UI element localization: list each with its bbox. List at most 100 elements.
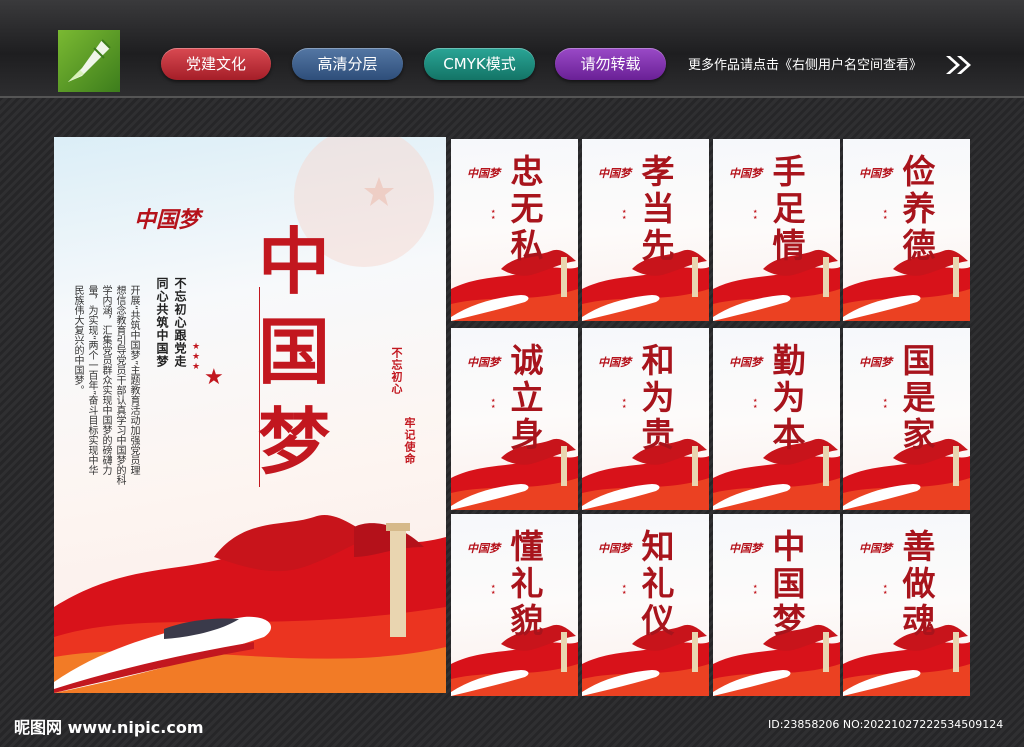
main-poster: 中国梦 中 国 梦 不忘初心跟党走 同心共筑中国梦 开展“共筑中国梦”主题教育活… [54, 137, 446, 693]
title-char: 先 [641, 226, 675, 265]
title-char: 情 [772, 226, 806, 265]
small-poster-title: 俭养德 [899, 153, 939, 264]
small-poster-card: 中国梦 ★ ★ 俭养德 [843, 139, 970, 321]
small-stars-icon: ★ ★ [753, 398, 758, 410]
title-char: 诚 [510, 341, 544, 380]
small-china-dream-logo: 中国梦 [598, 356, 631, 369]
title-char: 无 [510, 189, 544, 228]
header-bar: 党建文化 高清分层 CMYK模式 请勿转载 更多作品请点击《右侧用户名空间查看》 [0, 0, 1024, 98]
title-char: 为 [641, 378, 675, 417]
title-char: 当 [641, 189, 675, 228]
title-char: 家 [902, 415, 936, 454]
small-stars-icon: ★ ★ [622, 398, 627, 410]
small-stars-icon: ★ ★ [883, 398, 888, 410]
small-china-dream-logo: 中国梦 [467, 356, 500, 369]
site-logo[interactable] [58, 30, 120, 92]
tag-hd-layers[interactable]: 高清分层 [292, 48, 403, 80]
small-stars-icon: ★ ★ [883, 209, 888, 221]
small-china-dream-logo: 中国梦 [859, 167, 892, 180]
small-china-dream-logo: 中国梦 [467, 167, 500, 180]
title-char: 梦 [257, 399, 330, 484]
tag-no-repost[interactable]: 请勿转载 [555, 48, 666, 80]
title-char: 是 [902, 378, 936, 417]
small-china-dream-logo: 中国梦 [598, 542, 631, 555]
title-divider-line [259, 287, 260, 487]
title-char: 梦 [772, 601, 806, 640]
title-char: 仪 [641, 601, 675, 640]
title-char: 勤 [772, 341, 806, 380]
small-poster-title: 善做魂 [899, 528, 939, 639]
small-poster-title: 勤为本 [769, 342, 809, 453]
small-china-dream-logo: 中国梦 [729, 167, 762, 180]
title-char: 貌 [510, 601, 544, 640]
title-char: 国 [772, 564, 806, 603]
header-divider [0, 96, 1024, 98]
title-char: 为 [772, 378, 806, 417]
title-char: 知 [641, 527, 675, 566]
small-poster-card: 中国梦 ★ ★ 知礼仪 [582, 514, 709, 696]
small-stars-icon: ★ ★ [883, 584, 888, 596]
title-char: 和 [641, 341, 675, 380]
big-star-icon: ★ [204, 365, 224, 390]
title-char: 中 [772, 527, 806, 566]
title-char: 身 [510, 415, 544, 454]
small-china-dream-logo: 中国梦 [859, 356, 892, 369]
small-poster-card: 中国梦 ★ ★ 手足情 [713, 139, 840, 321]
more-works-link[interactable]: 更多作品请点击《右侧用户名空间查看》 [688, 54, 922, 73]
small-poster-card: 中国梦 ★ ★ 诚立身 [451, 328, 578, 510]
main-poster-body-text: 开展“共筑中国梦”主题教育活动加强党员理想信念教育引导党员干部认真学习中国梦的科… [72, 285, 139, 485]
title-char: 德 [902, 226, 936, 265]
title-char: 做 [902, 564, 936, 603]
small-poster-title: 孝当先 [638, 153, 678, 264]
small-poster-title: 知礼仪 [638, 528, 678, 639]
small-stars-icon: ★ ★ ★ [192, 342, 201, 372]
small-stars-icon: ★ ★ [753, 584, 758, 596]
title-char: 懂 [510, 527, 544, 566]
small-poster-title: 中国梦 [769, 528, 809, 639]
double-arrow-right-icon[interactable] [946, 56, 972, 74]
small-poster-title: 诚立身 [507, 342, 547, 453]
small-poster-card: 中国梦 ★ ★ 孝当先 [582, 139, 709, 321]
slogan-remember-mission: 牢记使命 [403, 417, 416, 465]
title-char: 养 [902, 189, 936, 228]
title-char: 立 [510, 378, 544, 417]
small-china-dream-logo: 中国梦 [598, 167, 631, 180]
title-char: 私 [510, 226, 544, 265]
title-char: 足 [772, 189, 806, 228]
small-poster-title: 和为贵 [638, 342, 678, 453]
small-china-dream-logo: 中国梦 [729, 356, 762, 369]
small-stars-icon: ★ ★ [622, 209, 627, 221]
footer-id: ID:23858206 NO:20221027222534509124 [768, 718, 1004, 731]
small-stars-icon: ★ ★ [753, 209, 758, 221]
title-char: 魂 [902, 601, 936, 640]
small-poster-card: 中国梦 ★ ★ 善做魂 [843, 514, 970, 696]
tag-cmyk-mode[interactable]: CMYK模式 [424, 48, 535, 80]
pen-logo-icon [68, 39, 111, 82]
small-poster-card: 中国梦 ★ ★ 中国梦 [713, 514, 840, 696]
main-poster-subtitle-1: 不忘初心跟党走 [173, 277, 187, 368]
title-char: 中 [257, 219, 330, 304]
small-stars-icon: ★ ★ [622, 584, 627, 596]
china-dream-logo: 中国梦 [134, 207, 201, 233]
small-china-dream-logo: 中国梦 [467, 542, 500, 555]
title-char: 孝 [641, 152, 675, 191]
main-poster-title: 中 国 梦 [249, 217, 339, 487]
title-char: 善 [902, 527, 936, 566]
tag-party-culture[interactable]: 党建文化 [161, 48, 271, 80]
title-char: 礼 [641, 564, 675, 603]
small-poster-card: 中国梦 ★ ★ 勤为本 [713, 328, 840, 510]
small-china-dream-logo: 中国梦 [729, 542, 762, 555]
title-char: 国 [902, 341, 936, 380]
small-poster-title: 懂礼貌 [507, 528, 547, 639]
title-char: 贵 [641, 415, 675, 454]
small-poster-title: 国是家 [899, 342, 939, 453]
main-poster-subtitle-2: 同心共筑中国梦 [155, 277, 169, 368]
slogan-remember-heart: 不忘初心 [390, 347, 403, 395]
title-char: 手 [772, 152, 806, 191]
small-stars-icon: ★ ★ [491, 584, 496, 596]
footer-brand: 昵图网 www.nipic.com [14, 718, 204, 737]
small-poster-title: 忠无私 [507, 153, 547, 264]
title-char: 本 [772, 415, 806, 454]
small-poster-card: 中国梦 ★ ★ 忠无私 [451, 139, 578, 321]
small-poster-title: 手足情 [769, 153, 809, 264]
